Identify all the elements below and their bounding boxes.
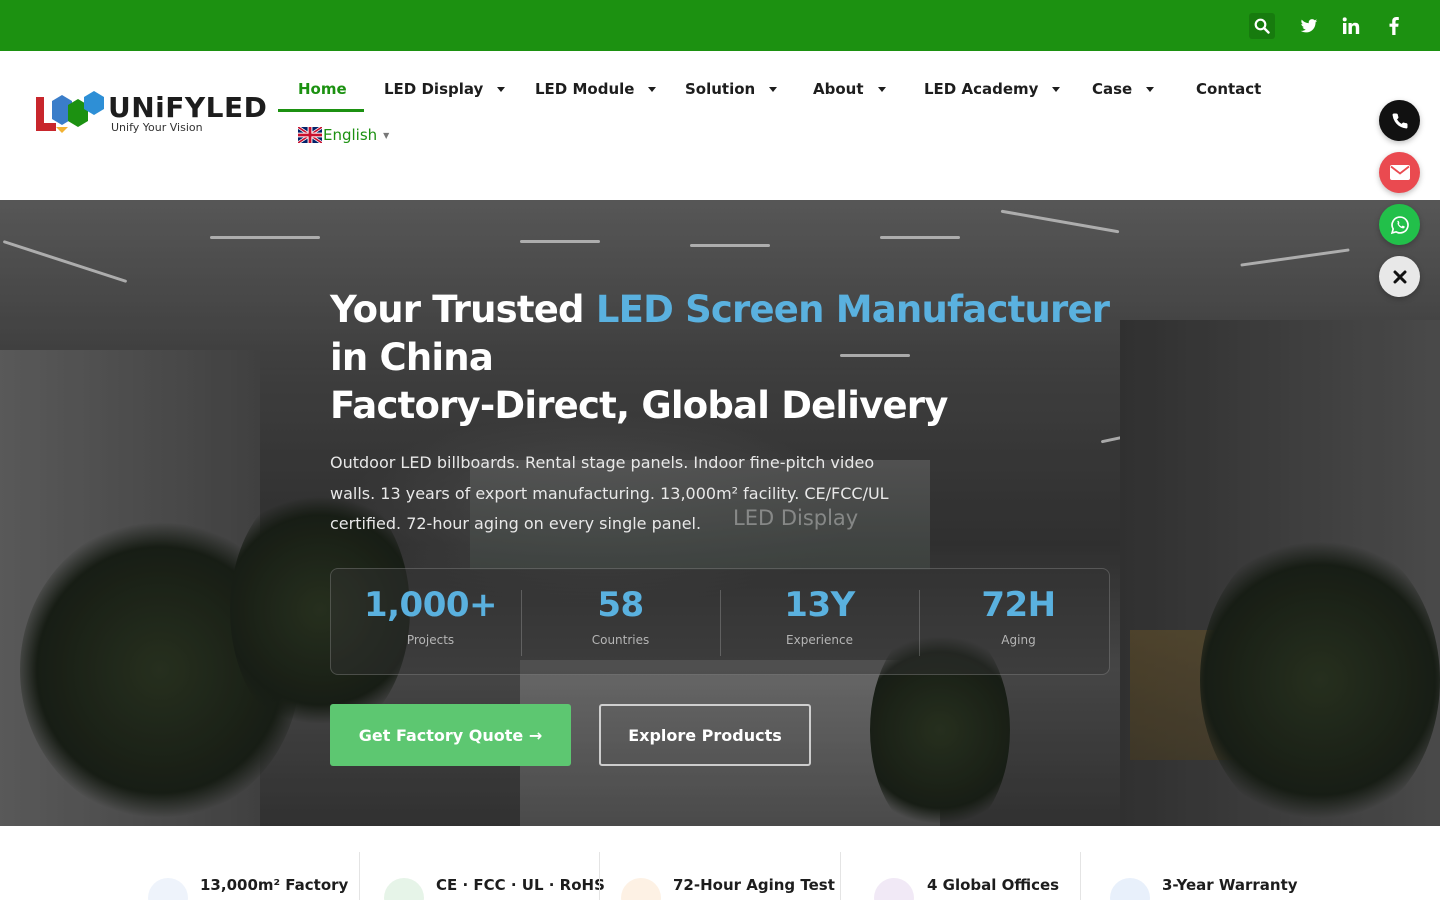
nav-led-display-label: LED Display <box>384 80 484 98</box>
stat-countries: 58 Countries <box>521 569 720 674</box>
stat-value: 72H <box>981 585 1056 625</box>
logo[interactable]: UNiFYLED Unify Your Vision <box>34 91 274 141</box>
nav-about[interactable]: About <box>813 79 886 99</box>
close-button[interactable] <box>1379 256 1420 297</box>
nav-contact-label: Contact <box>1196 80 1262 98</box>
search-icon[interactable] <box>1249 13 1275 39</box>
caret-down-icon: ▼ <box>383 130 390 140</box>
nav-about-label: About <box>813 80 864 98</box>
hero-title-part2: in China <box>330 336 494 379</box>
stat-label: Projects <box>406 633 455 647</box>
active-nav-indicator <box>278 109 364 112</box>
phone-icon <box>1392 112 1407 128</box>
email-button[interactable] <box>1379 152 1420 193</box>
stat-experience: 13Y Experience <box>720 569 919 674</box>
stat-aging: 72H Aging <box>919 569 1118 674</box>
stat-label: Experience <box>786 633 853 647</box>
chevron-down-icon <box>1052 86 1061 92</box>
logo-mark-icon <box>36 91 104 133</box>
language-selector[interactable]: English ▼ <box>298 125 389 145</box>
nav-led-module[interactable]: LED Module <box>535 79 657 99</box>
hero-section: LED Display Your Trusted LED Screen Manu… <box>0 200 1440 826</box>
stats-panel: 1,000+ Projects 58 Countries 13Y Experie… <box>330 568 1110 675</box>
chevron-down-icon <box>497 86 506 92</box>
nav-home-label: Home <box>298 80 347 98</box>
nav-led-module-label: LED Module <box>535 80 635 98</box>
brand-name: UNiFYLED <box>108 91 268 124</box>
get-factory-quote-button[interactable]: Get Factory Quote → <box>330 704 571 766</box>
feature-label: 13,000m² Factory <box>200 876 349 894</box>
whatsapp-icon <box>1390 215 1409 234</box>
facebook-icon[interactable] <box>1381 13 1407 39</box>
certificate-check-icon <box>384 878 424 900</box>
site-header: UNiFYLED Unify Your Vision Home LED Disp… <box>0 51 1440 200</box>
chevron-down-icon <box>1146 86 1155 92</box>
factory-icon <box>148 878 188 900</box>
nav-home[interactable]: Home <box>298 79 347 99</box>
nav-contact[interactable]: Contact <box>1196 79 1261 99</box>
hero-subtitle: Outdoor LED billboards. Rental stage pan… <box>330 453 889 533</box>
features-strip: 13,000m² Factory CE · FCC · UL · RoHS 72… <box>0 826 1440 900</box>
chevron-down-icon <box>877 86 886 92</box>
feature-label: 4 Global Offices <box>927 876 1060 894</box>
stat-value: 13Y <box>784 585 855 625</box>
hero-title-line2: Factory-Direct, Global Delivery <box>330 384 948 427</box>
stat-label: Countries <box>591 633 650 647</box>
language-label: English <box>323 126 378 144</box>
chevron-down-icon <box>648 86 657 92</box>
hero-title: Your Trusted LED Screen Manufacturer in … <box>330 286 1130 430</box>
linkedin-icon[interactable] <box>1338 13 1364 39</box>
nav-solution[interactable]: Solution <box>685 79 778 99</box>
test-tube-icon <box>621 878 661 900</box>
globe-icon <box>874 878 914 900</box>
feature-label: 3-Year Warranty <box>1162 876 1298 894</box>
hero-title-highlight: LED Screen Manufacturer <box>595 288 1110 331</box>
stat-projects: 1,000+ Projects <box>331 569 530 674</box>
nav-case-label: Case <box>1092 80 1133 98</box>
top-bar <box>0 0 1440 51</box>
hero-title-part1: Your Trusted <box>330 288 596 331</box>
stat-value: 58 <box>597 585 644 625</box>
uk-flag-icon <box>298 127 322 143</box>
nav-solution-label: Solution <box>685 80 756 98</box>
twitter-icon[interactable] <box>1296 13 1322 39</box>
close-icon <box>1393 270 1406 283</box>
nav-led-academy-label: LED Academy <box>924 80 1039 98</box>
nav-case[interactable]: Case <box>1092 79 1155 99</box>
shield-icon <box>1110 878 1150 900</box>
email-icon <box>1389 165 1410 180</box>
phone-button[interactable] <box>1379 100 1420 141</box>
explore-products-button[interactable]: Explore Products <box>599 704 811 766</box>
stat-label: Aging <box>1001 633 1036 647</box>
nav-led-display[interactable]: LED Display <box>384 79 506 99</box>
chevron-down-icon <box>769 86 778 92</box>
stat-value: 1,000+ <box>363 585 498 625</box>
brand-tagline: Unify Your Vision <box>111 121 203 134</box>
feature-label: 72-Hour Aging Test <box>673 876 835 894</box>
nav-led-academy[interactable]: LED Academy <box>924 79 1061 99</box>
feature-label: CE · FCC · UL · RoHS <box>436 876 605 894</box>
whatsapp-button[interactable] <box>1379 204 1420 245</box>
